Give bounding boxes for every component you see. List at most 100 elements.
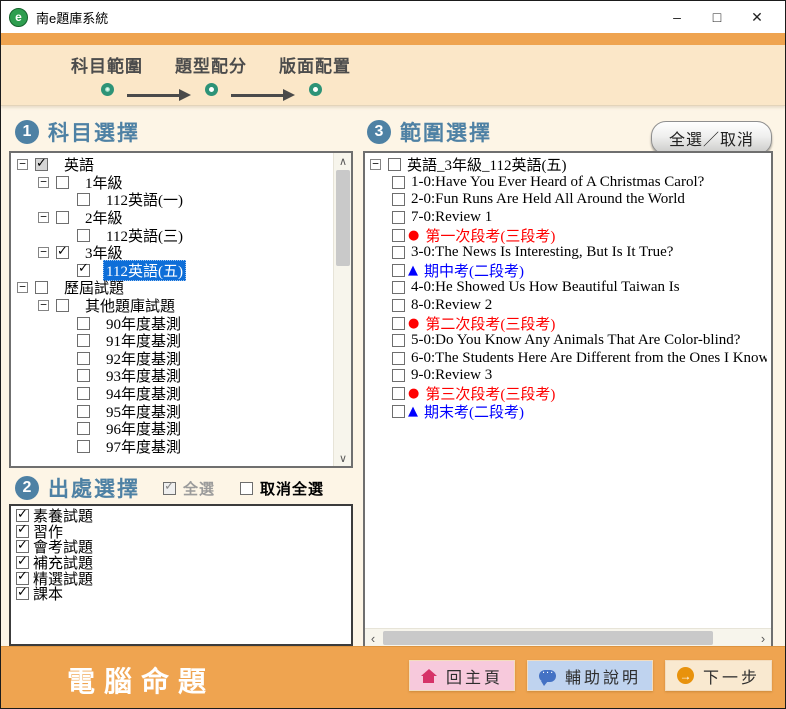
tree-item-label[interactable]: 9-0:Review 3 [408, 367, 495, 384]
scroll-left-icon[interactable]: ‹ [365, 629, 381, 647]
tree-checkbox[interactable] [77, 334, 90, 347]
tree-checkbox[interactable] [392, 352, 405, 365]
scroll-down-icon[interactable]: ∨ [334, 450, 352, 466]
tree-row[interactable]: 112英語(三) [13, 226, 331, 244]
tree-item-label[interactable]: 7-0:Review 1 [408, 209, 495, 226]
tree-checkbox[interactable] [77, 387, 90, 400]
minimize-button[interactable]: – [657, 3, 697, 31]
tree-checkbox[interactable] [392, 405, 405, 418]
help-button[interactable]: 輔助說明 [527, 660, 653, 691]
tree-checkbox[interactable] [35, 281, 48, 294]
tree-item-label[interactable]: 8-0:Review 2 [408, 297, 495, 314]
tree-item-label[interactable]: 3-0:The News Is Interesting, But Is It T… [408, 244, 676, 261]
tree-checkbox[interactable] [77, 317, 90, 330]
tree-checkbox[interactable] [392, 211, 405, 224]
tree-item-label[interactable]: 6-0:The Students Here Are Different from… [408, 350, 767, 367]
list-item[interactable]: 素養試題 [13, 508, 349, 524]
maximize-button[interactable]: □ [697, 3, 737, 31]
tree-checkbox[interactable] [392, 264, 405, 277]
tree-checkbox[interactable] [392, 176, 405, 189]
tree-expander-icon[interactable]: − [370, 159, 381, 170]
step-question-allocation[interactable]: 題型配分 [169, 52, 253, 96]
tree-checkbox[interactable] [77, 229, 90, 242]
tree-item-label[interactable]: 4-0:He Showed Us How Beautiful Taiwan Is [408, 279, 683, 296]
list-checkbox[interactable] [16, 587, 29, 600]
checkbox-icon[interactable] [240, 482, 253, 495]
tree-item-label[interactable]: 期中考(二段考) [421, 260, 527, 281]
tree-checkbox[interactable] [392, 369, 405, 382]
tree-item-label[interactable]: 英語_3年級_112英語(五) [404, 156, 569, 175]
tree-expander-icon[interactable]: − [38, 212, 49, 223]
tree-row[interactable]: − 英語_3年級_112英語(五) [367, 156, 767, 174]
list-checkbox[interactable] [16, 572, 29, 585]
deselect-all-checkbox[interactable]: 取消全選 [240, 478, 324, 499]
tree-item-label[interactable]: 97年度基測 [103, 436, 184, 457]
list-item-label[interactable]: 課本 [33, 583, 63, 604]
tree-checkbox[interactable] [392, 229, 405, 242]
horizontal-scrollbar[interactable]: ‹ › [365, 628, 771, 646]
home-button[interactable]: 回主頁 [409, 660, 515, 691]
tree-expander-icon[interactable]: − [38, 247, 49, 258]
tree-expander-icon[interactable]: − [38, 300, 49, 311]
tree-checkbox[interactable] [77, 193, 90, 206]
tree-row[interactable]: ●第二次段考(三段考) [367, 314, 767, 332]
tree-expander-icon[interactable]: − [17, 282, 28, 293]
tree-checkbox[interactable] [35, 158, 48, 171]
tree-checkbox[interactable] [388, 158, 401, 171]
tree-row[interactable]: 4-0:He Showed Us How Beautiful Taiwan Is [367, 279, 767, 297]
step-layout-config[interactable]: 版面配置 [273, 52, 357, 96]
exam-marker-icon: ● [408, 316, 419, 331]
tree-checkbox[interactable] [77, 264, 90, 277]
vertical-scrollbar[interactable]: ∧ ∨ [333, 153, 351, 466]
scrollbar-thumb[interactable] [336, 170, 350, 266]
tree-expander-icon[interactable]: − [17, 159, 28, 170]
list-checkbox[interactable] [16, 540, 29, 553]
tree-checkbox[interactable] [392, 193, 405, 206]
tree-item-label[interactable]: 2-0:Fun Runs Are Held All Around the Wor… [408, 191, 688, 208]
list-checkbox[interactable] [16, 509, 29, 522]
tree-row[interactable]: ▲期中考(二段考) [367, 262, 767, 280]
select-all-checkbox[interactable]: 全選 [163, 478, 215, 499]
tree-checkbox[interactable] [77, 369, 90, 382]
tree-checkbox[interactable] [56, 246, 69, 259]
tree-checkbox[interactable] [56, 211, 69, 224]
tree-item-label[interactable]: 5-0:Do You Know Any Animals That Are Col… [408, 332, 743, 349]
tree-row[interactable]: 6-0:The Students Here Are Different from… [367, 350, 767, 368]
select-all-toggle-button[interactable]: 全選／取消 [651, 121, 772, 155]
scrollbar-thumb[interactable] [383, 631, 713, 645]
tree-row[interactable]: 112英語(一) [13, 191, 331, 209]
tree-checkbox[interactable] [56, 299, 69, 312]
tree-item-label[interactable]: 1-0:Have You Ever Heard of A Christmas C… [408, 174, 707, 191]
tree-checkbox[interactable] [77, 405, 90, 418]
tree-row[interactable]: −英語 [13, 156, 331, 174]
tree-row[interactable]: 5-0:Do You Know Any Animals That Are Col… [367, 332, 767, 350]
next-step-button[interactable]: → 下一步 [665, 660, 772, 691]
tree-checkbox[interactable] [392, 246, 405, 259]
tree-checkbox[interactable] [77, 422, 90, 435]
scroll-up-icon[interactable]: ∧ [334, 153, 352, 169]
tree-item-label[interactable]: 期末考(二段考) [421, 401, 527, 422]
tree-checkbox[interactable] [56, 176, 69, 189]
tree-row[interactable]: 97年度基測 [13, 438, 331, 456]
scroll-right-icon[interactable]: › [755, 629, 771, 647]
tree-checkbox[interactable] [77, 352, 90, 365]
checkbox-icon[interactable] [163, 482, 176, 495]
tree-checkbox[interactable] [77, 440, 90, 453]
list-checkbox[interactable] [16, 525, 29, 538]
tree-item-label[interactable]: 第二次段考(三段考) [422, 313, 558, 334]
close-button[interactable]: ✕ [737, 3, 777, 31]
tree-checkbox[interactable] [392, 387, 405, 400]
tree-checkbox[interactable] [392, 299, 405, 312]
tree-row[interactable]: 2-0:Fun Runs Are Held All Around the Wor… [367, 191, 767, 209]
tree-item-label[interactable]: 第一次段考(三段考) [422, 225, 558, 246]
step-subject-range[interactable]: 科目範圍 [65, 52, 149, 96]
tree-expander-icon[interactable]: − [38, 177, 49, 188]
tree-checkbox[interactable] [392, 334, 405, 347]
list-checkbox[interactable] [16, 556, 29, 569]
list-item[interactable]: 精選試題 [13, 570, 349, 586]
tree-row[interactable]: ▲期末考(二段考) [367, 402, 767, 420]
tree-checkbox[interactable] [392, 281, 405, 294]
tree-row[interactable]: ●第一次段考(三段考) [367, 226, 767, 244]
tree-checkbox[interactable] [392, 317, 405, 330]
tree-row[interactable]: 1-0:Have You Ever Heard of A Christmas C… [367, 174, 767, 192]
